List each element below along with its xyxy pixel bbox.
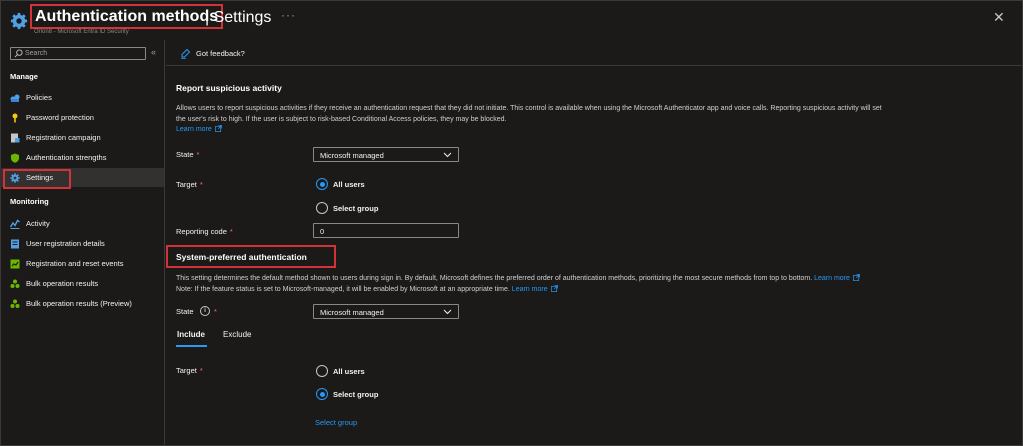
report-state-label: State * — [176, 150, 199, 159]
key-icon — [12, 113, 18, 123]
required-asterisk: * — [229, 227, 233, 236]
tab-include-underline — [176, 345, 207, 347]
policies-icon — [10, 94, 20, 102]
sidebar-item-registration-and-reset-events[interactable]: Registration and reset events — [0, 254, 164, 273]
reporting-code-value: 0 — [320, 227, 325, 236]
tenant-subtitle: Orlon8 - Microsoft Entra ID Security — [34, 29, 129, 35]
search-placeholder: Search — [25, 50, 48, 57]
report-state-label-text: State — [176, 150, 194, 159]
reporting-code-input[interactable]: 0 — [313, 223, 459, 238]
radio-circle — [316, 365, 328, 377]
sidebar-item-bulk-operation-results-preview[interactable]: Bulk operation results (Preview) — [0, 294, 164, 313]
required-asterisk: * — [196, 150, 200, 159]
sidebar-item-label: Activity — [26, 219, 50, 228]
tab-include[interactable]: Include — [177, 330, 205, 339]
system-preferred-target-label: Target * — [176, 366, 203, 375]
sidebar-item-label: Registration campaign — [26, 133, 101, 142]
sidebar-item-label: Bulk operation results — [26, 279, 99, 288]
activity-icon — [10, 219, 20, 229]
reporting-code-label: Reporting code * — [176, 227, 233, 236]
report-suspicious-description: Allows users to report suspicious activi… — [176, 104, 996, 136]
sidebar-item-user-registration-details[interactable]: User registration details — [0, 234, 164, 253]
report-state-dropdown[interactable]: Microsoft managed — [313, 147, 459, 162]
system-preferred-state-label: State — [176, 307, 194, 316]
page-title-highlight: Authentication methods — [30, 4, 224, 29]
report-desc-line-2: the user's risk to high. If the user is … — [176, 115, 507, 123]
required-asterisk: * — [199, 180, 203, 189]
required-asterisk: * — [199, 366, 203, 375]
required-asterisk: * — [214, 307, 217, 316]
system-preferred-desc-line-2: Note: If the feature status is set to Mi… — [176, 285, 510, 293]
sidebar-item-activity[interactable]: Activity — [0, 214, 164, 233]
report-target-label: Target * — [176, 180, 203, 189]
settings-highlight — [3, 169, 71, 189]
radio-label: All users — [333, 180, 365, 189]
registration-icon — [11, 133, 20, 143]
select-group-link[interactable]: Select group — [315, 418, 357, 427]
more-options-button[interactable]: ··· — [281, 8, 296, 22]
chevron-down-icon — [443, 309, 452, 315]
radio-circle — [316, 388, 328, 400]
collapse-sidebar-button[interactable]: « — [151, 47, 156, 57]
sidebar-item-bulk-operation-results[interactable]: Bulk operation results — [0, 274, 164, 293]
sidebar-item-registration-campaign[interactable]: Registration campaign — [0, 128, 164, 147]
blade-header: Authentication methods | Settings ··· Or… — [0, 0, 1023, 40]
sidebar-item-label: Policies — [26, 93, 52, 102]
report-learn-more-link[interactable]: Learn more — [176, 126, 212, 133]
system-preferred-description: This setting determines the default meth… — [176, 274, 1016, 295]
external-link-icon — [214, 125, 222, 132]
sidebar-item-authentication-strengths[interactable]: Authentication strengths — [0, 148, 164, 167]
report-desc-line-1: Allows users to report suspicious activi… — [176, 105, 882, 112]
report-state-value: Microsoft managed — [320, 151, 384, 160]
search-icon — [14, 49, 23, 58]
events-icon — [10, 259, 20, 269]
bulk-icon — [10, 279, 20, 288]
user-details-icon — [11, 239, 19, 249]
sidebar-item-policies[interactable]: Policies — [0, 88, 164, 107]
system-preferred-desc-line-1: This setting determines the default meth… — [176, 275, 813, 282]
system-preferred-learn-more-link-1[interactable]: Learn more — [814, 275, 850, 282]
system-preferred-learn-more-link-2[interactable]: Learn more — [512, 286, 548, 293]
command-divider — [166, 65, 1023, 66]
close-button[interactable]: ✕ — [993, 10, 1005, 24]
feedback-label: Got feedback? — [196, 49, 245, 58]
page-title: Authentication methods — [35, 8, 219, 25]
system-preferred-heading: System-preferred authentication — [176, 252, 307, 262]
sidebar: Search « Manage Policies Password protec… — [0, 40, 165, 446]
info-icon[interactable]: i — [200, 306, 210, 316]
reporting-code-label-text: Reporting code — [176, 227, 227, 236]
bulk-icon — [10, 299, 20, 308]
sidebar-item-label: Registration and reset events — [26, 259, 124, 268]
radio-circle — [316, 178, 328, 190]
feedback-icon — [181, 48, 191, 59]
radio-label: Select group — [333, 204, 379, 213]
sidebar-item-label: Bulk operation results (Preview) — [26, 299, 132, 308]
report-suspicious-heading: Report suspicious activity — [176, 83, 282, 93]
sidebar-item-password-protection[interactable]: Password protection — [0, 108, 164, 127]
shield-icon — [11, 153, 19, 163]
sidebar-item-label: Password protection — [26, 113, 94, 122]
chevron-down-icon — [443, 152, 452, 158]
settings-gear-icon — [10, 12, 28, 30]
external-link-icon — [853, 274, 860, 281]
system-preferred-target-label-text: Target — [176, 366, 197, 375]
radio-label: All users — [333, 367, 365, 376]
system-preferred-state-value: Microsoft managed — [320, 308, 384, 317]
radio-circle — [316, 202, 328, 214]
radio-label: Select group — [333, 390, 379, 399]
sidebar-item-label: Authentication strengths — [26, 153, 107, 162]
external-link-icon — [550, 284, 558, 292]
required-asterisk-text: * — [214, 307, 217, 316]
sidebar-item-label: User registration details — [26, 239, 105, 248]
page-subtitle-settings: | Settings — [205, 9, 272, 26]
tab-exclude[interactable]: Exclude — [223, 330, 251, 339]
report-target-label-text: Target — [176, 180, 197, 189]
section-manage: Manage — [10, 72, 38, 81]
sidebar-search-input[interactable]: Search — [10, 47, 146, 60]
section-monitoring: Monitoring — [10, 197, 49, 206]
system-preferred-state-dropdown[interactable]: Microsoft managed — [313, 304, 459, 319]
